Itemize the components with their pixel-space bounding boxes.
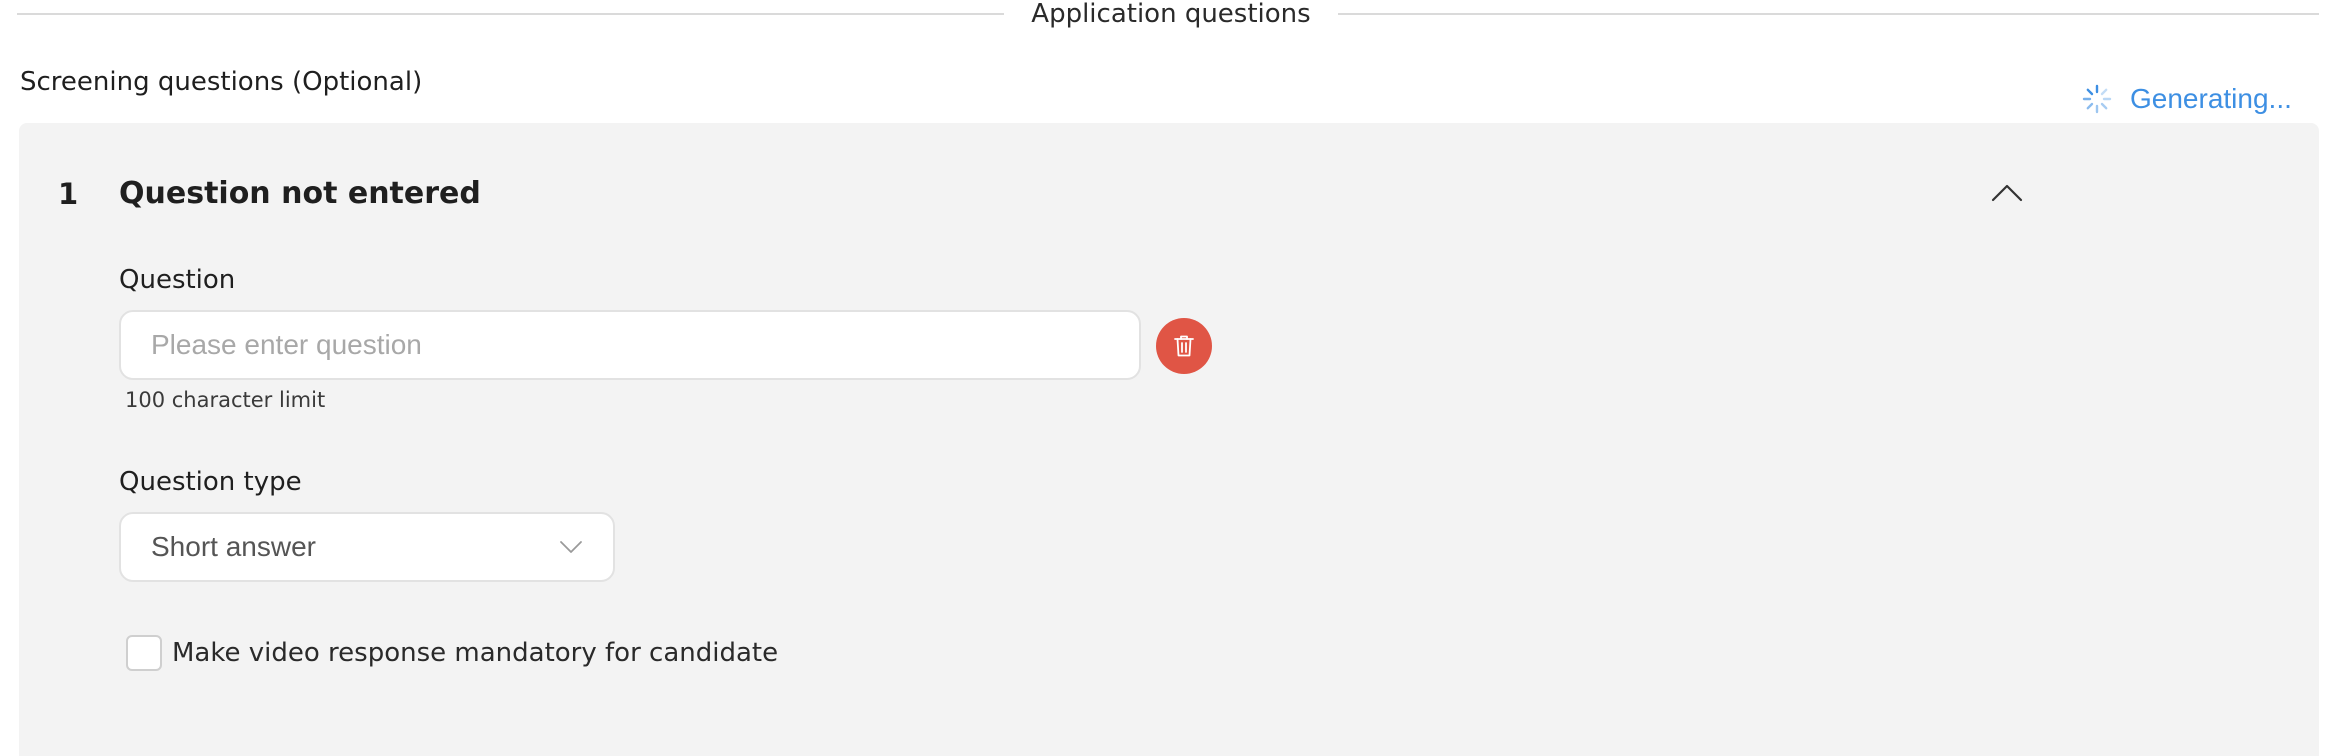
screening-questions-label: Screening questions (Optional) <box>20 67 423 97</box>
video-mandatory-row: Make video response mandatory for candid… <box>126 635 778 671</box>
application-questions-page: Application questions Screening question… <box>0 0 2336 756</box>
section-divider-left <box>17 13 1004 15</box>
trash-icon <box>1174 335 1194 357</box>
character-limit-hint: 100 character limit <box>125 388 326 412</box>
question-label: Question <box>119 265 236 295</box>
question-card: 1 Question not entered Question 100 char… <box>19 123 2319 756</box>
video-mandatory-checkbox[interactable] <box>126 635 162 671</box>
spinner-icon <box>2082 84 2112 114</box>
delete-question-button[interactable] <box>1156 318 1212 374</box>
generating-text: Generating... <box>2130 83 2292 114</box>
question-type-label: Question type <box>119 467 302 497</box>
section-title: Application questions <box>1031 0 1311 29</box>
section-divider-right <box>1338 13 2319 15</box>
chevron-down-icon <box>560 541 582 553</box>
question-title: Question not entered <box>119 176 481 211</box>
question-type-value: Short answer <box>151 531 316 562</box>
collapse-question-button[interactable] <box>1987 177 2027 209</box>
generating-status: Generating... <box>2082 82 2292 116</box>
video-mandatory-label[interactable]: Make video response mandatory for candid… <box>172 636 778 670</box>
question-number: 1 <box>58 177 79 211</box>
question-type-select[interactable]: Short answer <box>119 512 615 582</box>
question-input[interactable] <box>119 310 1141 380</box>
chevron-up-icon <box>1991 184 2023 202</box>
